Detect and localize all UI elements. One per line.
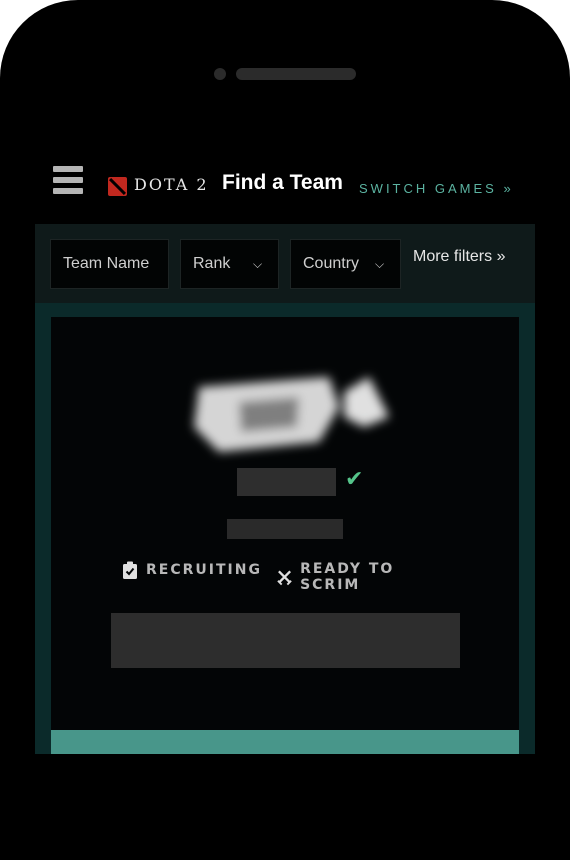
rank-label: Rank (193, 255, 231, 272)
phone-frame: DOTA 2 Find a Team SWITCH GAMES » Team N… (0, 0, 570, 860)
rank-select[interactable]: Rank ⌵ (180, 239, 279, 289)
more-filters-link[interactable]: More filters » (413, 248, 505, 266)
clipboard-check-icon (123, 561, 137, 579)
team-card[interactable]: ✔ RECRUITING READY TO SCRIM (51, 317, 519, 754)
country-select[interactable]: Country ⌵ (290, 239, 401, 289)
camera-dot (214, 68, 226, 80)
team-tags: RECRUITING READY TO SCRIM (122, 561, 452, 593)
dota-logo-icon (108, 177, 127, 196)
ready-to-scrim-tag: READY TO SCRIM (277, 561, 452, 593)
recruiting-label: RECRUITING (146, 562, 262, 578)
app-header: DOTA 2 Find a Team SWITCH GAMES » (35, 128, 535, 224)
team-logo-blurred (194, 377, 389, 452)
team-description-redacted (111, 613, 460, 668)
crossed-swords-icon (277, 570, 292, 586)
recruiting-tag: RECRUITING (122, 561, 262, 579)
team-subtitle-redacted (227, 519, 343, 539)
card-action-bar[interactable] (51, 730, 519, 754)
page-title: Find a Team (222, 171, 343, 194)
results-area: ✔ RECRUITING READY TO SCRIM (35, 303, 535, 754)
app-screen: DOTA 2 Find a Team SWITCH GAMES » Team N… (35, 128, 535, 754)
country-label: Country (303, 255, 360, 272)
chevron-down-icon: ⌵ (375, 257, 385, 271)
team-name-input[interactable]: Team Name (50, 239, 169, 289)
hamburger-menu-icon[interactable] (53, 166, 83, 194)
speaker-grille (236, 68, 356, 80)
team-name-redacted (237, 468, 336, 496)
brand-name: DOTA 2 (134, 175, 209, 194)
chevron-down-icon: ⌵ (253, 257, 263, 271)
filter-bar: Team Name Rank ⌵ Country ⌵ More filters … (35, 224, 535, 303)
team-name-placeholder: Team Name (63, 255, 150, 272)
ready-to-scrim-label: READY TO SCRIM (300, 561, 395, 593)
verified-check-icon: ✔ (345, 467, 364, 492)
switch-games-link[interactable]: SWITCH GAMES » (359, 181, 514, 196)
